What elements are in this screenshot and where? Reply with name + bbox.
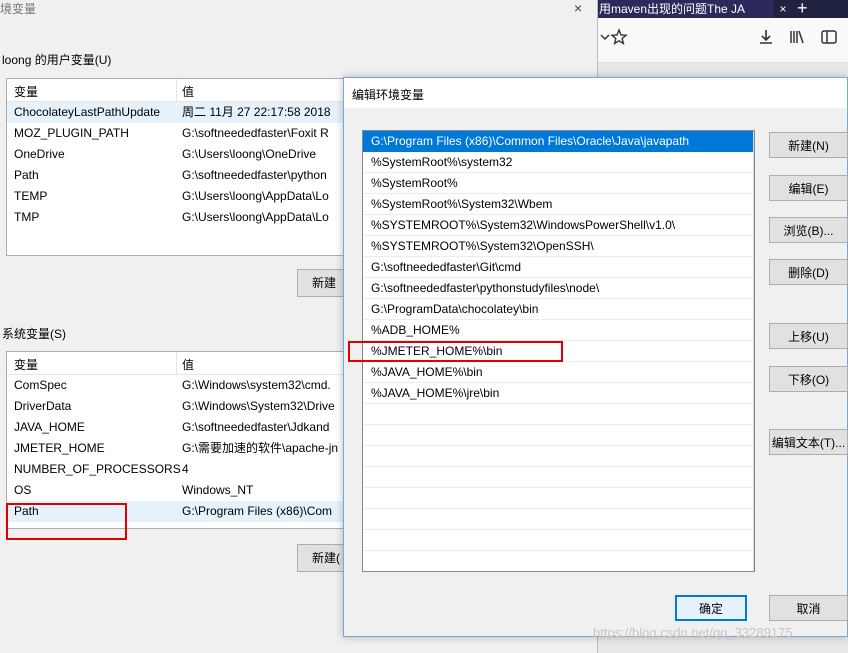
var-name: TEMP [14, 189, 48, 203]
list-item[interactable]: %JAVA_HOME%\jre\bin [363, 383, 754, 404]
user-variables-list[interactable]: 变量 值 ChocolateyLastPathUpdate 周二 11月 27 2… [6, 78, 348, 256]
path-highlight-box [6, 503, 127, 540]
window-title: 境变量 [0, 2, 37, 16]
download-icon[interactable] [756, 28, 776, 48]
table-row[interactable]: ChocolateyLastPathUpdate 周二 11月 27 22:17:… [7, 102, 347, 123]
table-row[interactable]: ComSpec G:\Windows\system32\cmd. [7, 375, 347, 396]
var-name: JAVA_HOME [14, 420, 85, 434]
list-item[interactable]: G:\Program Files (x86)\Common Files\Orac… [363, 131, 754, 152]
table-row[interactable]: NUMBER_OF_PROCESSORS 4 [7, 459, 347, 480]
edit-text-button[interactable]: 编辑文本(T)... [769, 429, 848, 455]
list-item[interactable]: %SystemRoot% [363, 173, 754, 194]
var-value: 4 [182, 462, 189, 476]
var-value: G:\需要加速的软件\apache-jn [182, 441, 339, 455]
list-item[interactable] [363, 509, 754, 530]
table-row[interactable]: JAVA_HOME G:\softneededfaster\Jdkand [7, 417, 347, 438]
var-name: Path [14, 168, 39, 182]
table-row[interactable]: JMETER_HOME G:\需要加速的软件\apache-jn [7, 438, 347, 459]
column-header-name[interactable]: 变量 [14, 356, 38, 373]
var-value: G:\softneededfaster\Jdkand [182, 420, 330, 434]
var-name: TMP [14, 210, 40, 224]
move-down-button[interactable]: 下移(O) [769, 366, 848, 392]
list-item[interactable] [363, 551, 754, 571]
new-tab-button[interactable]: + [797, 0, 808, 19]
list-header: 变量 值 [7, 352, 347, 375]
var-value: 周二 11月 27 22:17:58 2018 [182, 105, 331, 119]
library-icon[interactable] [787, 28, 807, 48]
table-row[interactable]: DriverData G:\Windows\System32\Drive [7, 396, 347, 417]
browser-toolbar [597, 18, 848, 63]
list-item[interactable]: %SYSTEMROOT%\System32\OpenSSH\ [363, 236, 754, 257]
browser-tab-strip: 用maven出现的问题The JA × + [597, 0, 848, 18]
var-name: ComSpec [14, 378, 67, 392]
user-variables-label: loong 的用户变量(U) [2, 53, 112, 67]
var-name: JMETER_HOME [14, 441, 105, 455]
bookmark-star-icon[interactable] [609, 28, 629, 48]
close-icon[interactable]: × [574, 0, 582, 16]
var-value: G:\Windows\System32\Drive [182, 399, 335, 413]
close-tab-icon[interactable]: × [775, 0, 791, 18]
table-row[interactable]: TEMP G:\Users\loong\AppData\Lo [7, 186, 347, 207]
var-name: ChocolateyLastPathUpdate [14, 105, 161, 119]
watermark: https://blog.csdn.net/qq_33289175 [593, 625, 793, 640]
table-row[interactable]: OneDrive G:\Users\loong\OneDrive [7, 144, 347, 165]
list-scrollbar[interactable] [753, 131, 754, 571]
edit-entry-button[interactable]: 编辑(E) [769, 175, 848, 201]
var-name: NUMBER_OF_PROCESSORS [14, 462, 181, 476]
var-value: G:\Users\loong\OneDrive [182, 147, 317, 161]
table-row[interactable]: TMP G:\Users\loong\AppData\Lo [7, 207, 347, 228]
list-item[interactable]: G:\softneededfaster\Git\cmd [363, 257, 754, 278]
var-name: MOZ_PLUGIN_PATH [14, 126, 129, 140]
table-row[interactable]: MOZ_PLUGIN_PATH G:\softneededfaster\Foxit… [7, 123, 347, 144]
cancel-button[interactable]: 取消 [769, 595, 848, 621]
list-item[interactable]: %SystemRoot%\System32\Wbem [363, 194, 754, 215]
list-item[interactable] [363, 425, 754, 446]
list-header: 变量 值 [7, 79, 347, 102]
column-header-name[interactable]: 变量 [14, 83, 38, 100]
list-item[interactable] [363, 488, 754, 509]
table-row[interactable]: Path G:\softneededfaster\python [7, 165, 347, 186]
list-item[interactable]: %SYSTEMROOT%\System32\WindowsPowerShell\… [363, 215, 754, 236]
edit-environment-variable-dialog: 编辑环境变量 G:\Program Files (x86)\Common Fil… [343, 77, 848, 637]
var-name: OneDrive [14, 147, 65, 161]
var-value: G:\Windows\system32\cmd. [182, 378, 331, 392]
var-value: G:\Program Files (x86)\Com [182, 504, 333, 518]
list-item[interactable] [363, 467, 754, 488]
list-item[interactable] [363, 446, 754, 467]
delete-button[interactable]: 删除(D) [769, 259, 848, 285]
column-header-value[interactable]: 值 [182, 83, 194, 100]
var-value: G:\softneededfaster\Foxit R [182, 126, 329, 140]
list-item[interactable] [363, 530, 754, 551]
var-value: G:\Users\loong\AppData\Lo [182, 210, 329, 224]
new-entry-button[interactable]: 新建(N) [769, 132, 848, 158]
list-item[interactable]: %JAVA_HOME%\bin [363, 362, 754, 383]
dialog-title: 编辑环境变量 [352, 88, 425, 102]
list-item[interactable] [363, 404, 754, 425]
jmeter-entry-highlight-box [348, 341, 563, 362]
var-name: OS [14, 483, 32, 497]
browser-tab[interactable]: 用maven出现的问题The JA [597, 0, 774, 18]
sidebar-icon[interactable] [819, 28, 839, 48]
var-value: G:\softneededfaster\python [182, 168, 327, 182]
ok-button[interactable]: 确定 [675, 595, 747, 621]
var-value: G:\Users\loong\AppData\Lo [182, 189, 329, 203]
table-row[interactable]: OS Windows_NT [7, 480, 347, 501]
system-variables-label: 系统变量(S) [2, 327, 66, 341]
var-name: DriverData [14, 399, 72, 413]
column-header-value[interactable]: 值 [182, 356, 194, 373]
list-item[interactable]: %SystemRoot%\system32 [363, 152, 754, 173]
move-up-button[interactable]: 上移(U) [769, 323, 848, 349]
var-value: Windows_NT [182, 483, 254, 497]
dialog-titlebar: 编辑环境变量 [344, 78, 847, 108]
list-item[interactable]: %ADB_HOME% [363, 320, 754, 341]
browse-button[interactable]: 浏览(B)... [769, 217, 848, 243]
list-item[interactable]: G:\softneededfaster\pythonstudyfiles\nod… [363, 278, 754, 299]
list-item[interactable]: G:\ProgramData\chocolatey\bin [363, 299, 754, 320]
